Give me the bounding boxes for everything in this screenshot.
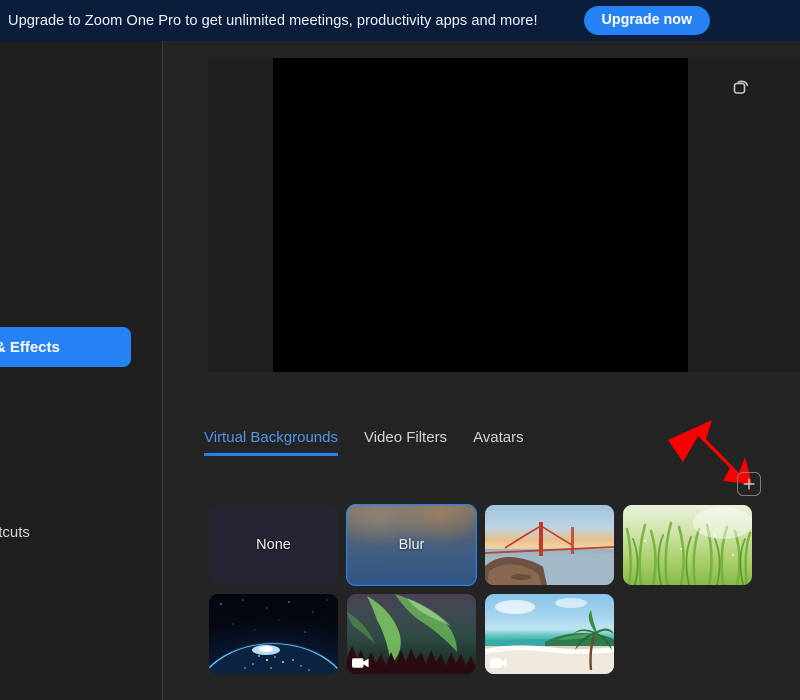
thumb-art-grass: [623, 505, 752, 585]
background-thumb-none[interactable]: None: [209, 505, 338, 585]
background-and-effects-panel: Virtual Backgrounds Video Filters Avatar…: [164, 41, 800, 700]
zoom-settings-window: Upgrade to Zoom One Pro to get unlimited…: [0, 0, 800, 700]
sidebar-item-statistics[interactable]: s: [0, 467, 131, 507]
background-tabs: Virtual Backgrounds Video Filters Avatar…: [204, 429, 524, 456]
sidebar-item-background-and-effects[interactable]: ound & Effects: [0, 327, 131, 367]
upgrade-banner: Upgrade to Zoom One Pro to get unlimited…: [0, 0, 800, 41]
video-preview: [273, 58, 688, 372]
sidebar-item-team-chat[interactable]: at: [0, 241, 131, 281]
background-thumb-blur-label: Blur: [398, 537, 425, 553]
background-thumb-earth-from-space[interactable]: [209, 594, 338, 674]
background-thumb-grass[interactable]: [623, 505, 752, 585]
sidebar-item-accessibility[interactable]: ility: [0, 557, 131, 597]
sidebar-item-zoom-apps[interactable]: pps: [0, 286, 131, 326]
video-background-badge-icon: [490, 658, 507, 668]
duplicate-window-icon[interactable]: [726, 72, 756, 102]
upgrade-now-button[interactable]: Upgrade now: [583, 5, 711, 36]
sidebar-item-recording[interactable]: ng: [0, 377, 131, 417]
tab-virtual-backgrounds[interactable]: Virtual Backgrounds: [204, 429, 338, 456]
background-thumb-none-label: None: [256, 537, 291, 553]
video-preview-container: [208, 58, 800, 372]
add-background-button[interactable]: [737, 472, 761, 496]
upgrade-banner-text: Upgrade to Zoom One Pro to get unlimited…: [8, 12, 538, 29]
tab-avatars[interactable]: Avatars: [473, 429, 524, 456]
thumb-art-bridge: [485, 505, 614, 585]
background-thumb-aurora-borealis[interactable]: [347, 594, 476, 674]
settings-sidebar: creen at pps ound & Effects ng s d Short…: [0, 41, 163, 700]
video-background-badge-icon: [352, 658, 369, 668]
sidebar-item-share-screen[interactable]: creen: [0, 196, 131, 236]
sidebar-item-keyboard-shortcuts[interactable]: d Shortcuts: [0, 512, 131, 552]
background-thumbnail-grid: None Blur: [209, 504, 774, 674]
background-thumb-blur[interactable]: Blur: [346, 504, 477, 586]
tab-video-filters[interactable]: Video Filters: [364, 429, 447, 456]
thumb-art-earth: [209, 594, 338, 674]
background-thumb-beach[interactable]: [485, 594, 614, 674]
background-thumb-golden-gate-bridge[interactable]: [485, 505, 614, 585]
